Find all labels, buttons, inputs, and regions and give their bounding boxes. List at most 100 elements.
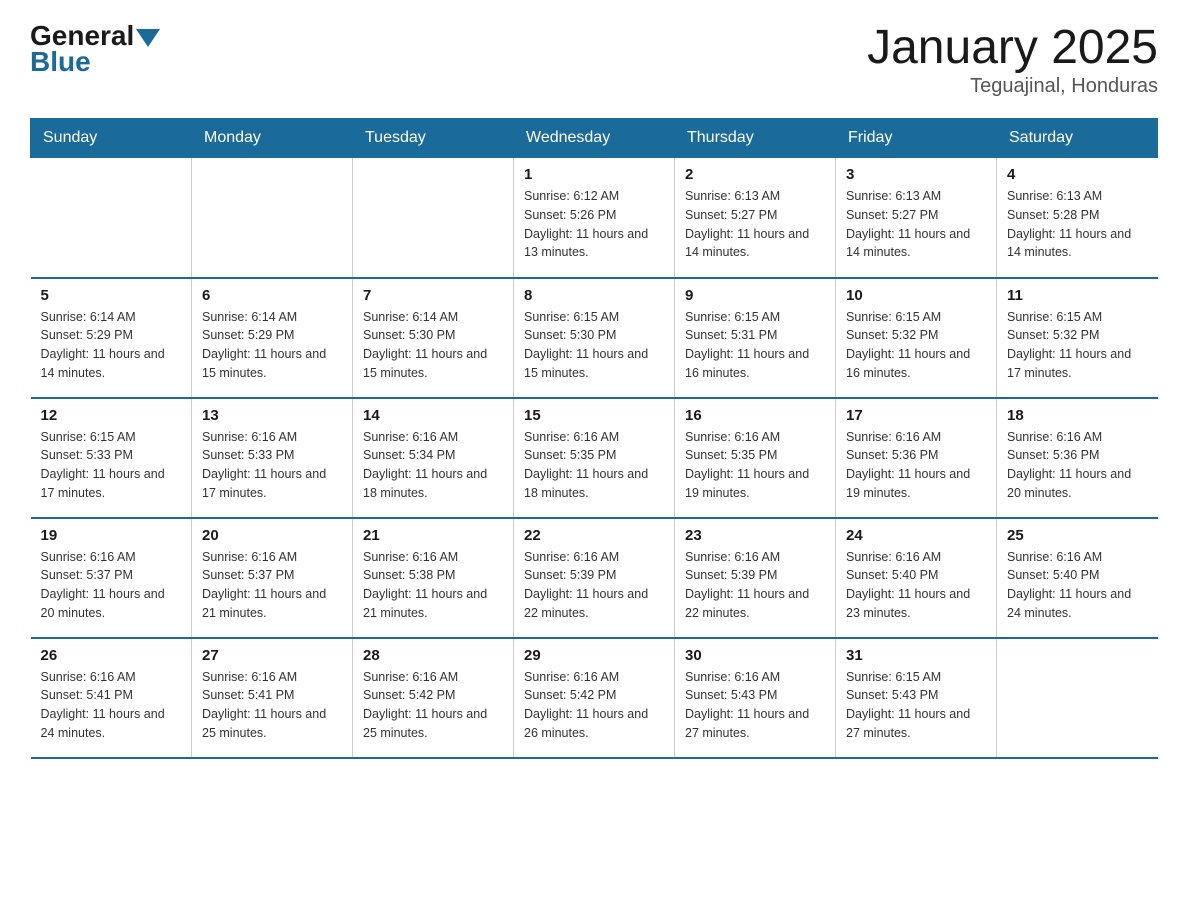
day-info: Sunrise: 6:16 AMSunset: 5:43 PMDaylight:… [685, 668, 825, 743]
day-info: Sunrise: 6:15 AMSunset: 5:43 PMDaylight:… [846, 668, 986, 743]
calendar-table: Sunday Monday Tuesday Wednesday Thursday… [30, 118, 1158, 759]
day-info: Sunrise: 6:15 AMSunset: 5:30 PMDaylight:… [524, 308, 664, 383]
calendar-cell: 12 Sunrise: 6:15 AMSunset: 5:33 PMDayligh… [31, 398, 192, 518]
calendar-cell: 28Sunrise: 6:16 AMSunset: 5:42 PMDayligh… [353, 638, 514, 758]
day-info: Sunrise: 6:16 AMSunset: 5:38 PMDaylight:… [363, 548, 503, 623]
calendar-cell: 31 Sunrise: 6:15 AMSunset: 5:43 PMDayligh… [836, 638, 997, 758]
calendar-cell: 5 Sunrise: 6:14 AMSunset: 5:29 PMDaylight… [31, 278, 192, 398]
calendar-week-3: 12 Sunrise: 6:15 AMSunset: 5:33 PMDayligh… [31, 398, 1158, 518]
calendar-cell: 1 Sunrise: 6:12 AMSunset: 5:26 PMDaylight… [514, 158, 675, 278]
day-info: Sunrise: 6:16 AMSunset: 5:36 PMDaylight:… [1007, 428, 1148, 503]
day-info: Sunrise: 6:16 AMSunset: 5:39 PMDaylight:… [685, 548, 825, 623]
day-number: 11 [1007, 287, 1148, 304]
header-wednesday: Wednesday [514, 119, 675, 158]
calendar-cell [353, 158, 514, 278]
day-info: Sunrise: 6:16 AMSunset: 5:33 PMDaylight:… [202, 428, 342, 503]
day-info: Sunrise: 6:16 AMSunset: 5:41 PMDaylight:… [202, 668, 342, 743]
day-info: Sunrise: 6:16 AMSunset: 5:42 PMDaylight:… [524, 668, 664, 743]
day-number: 8 [524, 287, 664, 304]
header-monday: Monday [192, 119, 353, 158]
day-number: 5 [41, 287, 182, 304]
calendar-cell [31, 158, 192, 278]
day-number: 6 [202, 287, 342, 304]
calendar-cell: 15Sunrise: 6:16 AMSunset: 5:35 PMDayligh… [514, 398, 675, 518]
day-number: 1 [524, 166, 664, 183]
calendar-cell: 3 Sunrise: 6:13 AMSunset: 5:27 PMDaylight… [836, 158, 997, 278]
calendar-cell: 9Sunrise: 6:15 AMSunset: 5:31 PMDaylight… [675, 278, 836, 398]
day-info: Sunrise: 6:16 AMSunset: 5:39 PMDaylight:… [524, 548, 664, 623]
day-info: Sunrise: 6:16 AMSunset: 5:34 PMDaylight:… [363, 428, 503, 503]
calendar-cell: 19Sunrise: 6:16 AMSunset: 5:37 PMDayligh… [31, 518, 192, 638]
day-number: 28 [363, 647, 503, 664]
day-info: Sunrise: 6:16 AMSunset: 5:35 PMDaylight:… [524, 428, 664, 503]
calendar-week-2: 5 Sunrise: 6:14 AMSunset: 5:29 PMDaylight… [31, 278, 1158, 398]
day-info: Sunrise: 6:14 AMSunset: 5:30 PMDaylight:… [363, 308, 503, 383]
day-number: 24 [846, 527, 986, 544]
calendar-title: January 2025 [867, 20, 1158, 75]
day-info: Sunrise: 6:14 AMSunset: 5:29 PMDaylight:… [202, 308, 342, 383]
calendar-cell: 17 Sunrise: 6:16 AMSunset: 5:36 PMDayligh… [836, 398, 997, 518]
day-info: Sunrise: 6:12 AMSunset: 5:26 PMDaylight:… [524, 187, 664, 262]
calendar-cell: 23 Sunrise: 6:16 AMSunset: 5:39 PMDayligh… [675, 518, 836, 638]
header-friday: Friday [836, 119, 997, 158]
calendar-cell: 30Sunrise: 6:16 AMSunset: 5:43 PMDayligh… [675, 638, 836, 758]
calendar-cell: 4 Sunrise: 6:13 AMSunset: 5:28 PMDaylight… [997, 158, 1158, 278]
calendar-cell: 25Sunrise: 6:16 AMSunset: 5:40 PMDayligh… [997, 518, 1158, 638]
header-tuesday: Tuesday [353, 119, 514, 158]
calendar-cell: 11 Sunrise: 6:15 AMSunset: 5:32 PMDayligh… [997, 278, 1158, 398]
day-info: Sunrise: 6:16 AMSunset: 5:37 PMDaylight:… [202, 548, 342, 623]
day-number: 12 [41, 407, 182, 424]
day-number: 4 [1007, 166, 1148, 183]
calendar-cell: 14Sunrise: 6:16 AMSunset: 5:34 PMDayligh… [353, 398, 514, 518]
day-number: 20 [202, 527, 342, 544]
calendar-cell: 20 Sunrise: 6:16 AMSunset: 5:37 PMDayligh… [192, 518, 353, 638]
title-section: January 2025 Teguajinal, Honduras [867, 20, 1158, 98]
day-info: Sunrise: 6:16 AMSunset: 5:37 PMDaylight:… [41, 548, 182, 623]
calendar-header: Sunday Monday Tuesday Wednesday Thursday… [31, 119, 1158, 158]
day-number: 31 [846, 647, 986, 664]
calendar-cell: 18 Sunrise: 6:16 AMSunset: 5:36 PMDayligh… [997, 398, 1158, 518]
calendar-subtitle: Teguajinal, Honduras [867, 75, 1158, 98]
calendar-cell: 22Sunrise: 6:16 AMSunset: 5:39 PMDayligh… [514, 518, 675, 638]
day-number: 3 [846, 166, 986, 183]
calendar-cell: 26 Sunrise: 6:16 AMSunset: 5:41 PMDayligh… [31, 638, 192, 758]
day-number: 10 [846, 287, 986, 304]
header-row: Sunday Monday Tuesday Wednesday Thursday… [31, 119, 1158, 158]
calendar-cell [997, 638, 1158, 758]
day-info: Sunrise: 6:13 AMSunset: 5:27 PMDaylight:… [846, 187, 986, 262]
day-info: Sunrise: 6:16 AMSunset: 5:35 PMDaylight:… [685, 428, 825, 503]
day-number: 26 [41, 647, 182, 664]
day-info: Sunrise: 6:15 AMSunset: 5:32 PMDaylight:… [846, 308, 986, 383]
day-number: 13 [202, 407, 342, 424]
day-number: 23 [685, 527, 825, 544]
calendar-cell: 16Sunrise: 6:16 AMSunset: 5:35 PMDayligh… [675, 398, 836, 518]
calendar-cell: 21 Sunrise: 6:16 AMSunset: 5:38 PMDayligh… [353, 518, 514, 638]
calendar-cell: 24 Sunrise: 6:16 AMSunset: 5:40 PMDayligh… [836, 518, 997, 638]
calendar-cell: 6 Sunrise: 6:14 AMSunset: 5:29 PMDaylight… [192, 278, 353, 398]
calendar-cell: 13 Sunrise: 6:16 AMSunset: 5:33 PMDayligh… [192, 398, 353, 518]
day-info: Sunrise: 6:16 AMSunset: 5:40 PMDaylight:… [846, 548, 986, 623]
day-number: 27 [202, 647, 342, 664]
day-info: Sunrise: 6:14 AMSunset: 5:29 PMDaylight:… [41, 308, 182, 383]
day-info: Sunrise: 6:15 AMSunset: 5:32 PMDaylight:… [1007, 308, 1148, 383]
calendar-cell: 7 Sunrise: 6:14 AMSunset: 5:30 PMDaylight… [353, 278, 514, 398]
calendar-week-1: 1 Sunrise: 6:12 AMSunset: 5:26 PMDaylight… [31, 158, 1158, 278]
calendar-cell: 8 Sunrise: 6:15 AMSunset: 5:30 PMDaylight… [514, 278, 675, 398]
day-number: 29 [524, 647, 664, 664]
calendar-body: 1 Sunrise: 6:12 AMSunset: 5:26 PMDaylight… [31, 158, 1158, 758]
day-number: 2 [685, 166, 825, 183]
day-info: Sunrise: 6:16 AMSunset: 5:41 PMDaylight:… [41, 668, 182, 743]
day-info: Sunrise: 6:15 AMSunset: 5:33 PMDaylight:… [41, 428, 182, 503]
day-info: Sunrise: 6:16 AMSunset: 5:36 PMDaylight:… [846, 428, 986, 503]
calendar-cell: 27 Sunrise: 6:16 AMSunset: 5:41 PMDayligh… [192, 638, 353, 758]
page-header: General Blue January 2025 Teguajinal, Ho… [30, 20, 1158, 98]
day-number: 18 [1007, 407, 1148, 424]
calendar-week-4: 19Sunrise: 6:16 AMSunset: 5:37 PMDayligh… [31, 518, 1158, 638]
calendar-cell: 29 Sunrise: 6:16 AMSunset: 5:42 PMDayligh… [514, 638, 675, 758]
day-info: Sunrise: 6:16 AMSunset: 5:40 PMDaylight:… [1007, 548, 1148, 623]
day-number: 17 [846, 407, 986, 424]
day-number: 7 [363, 287, 503, 304]
day-number: 21 [363, 527, 503, 544]
day-info: Sunrise: 6:13 AMSunset: 5:28 PMDaylight:… [1007, 187, 1148, 262]
day-number: 9 [685, 287, 825, 304]
